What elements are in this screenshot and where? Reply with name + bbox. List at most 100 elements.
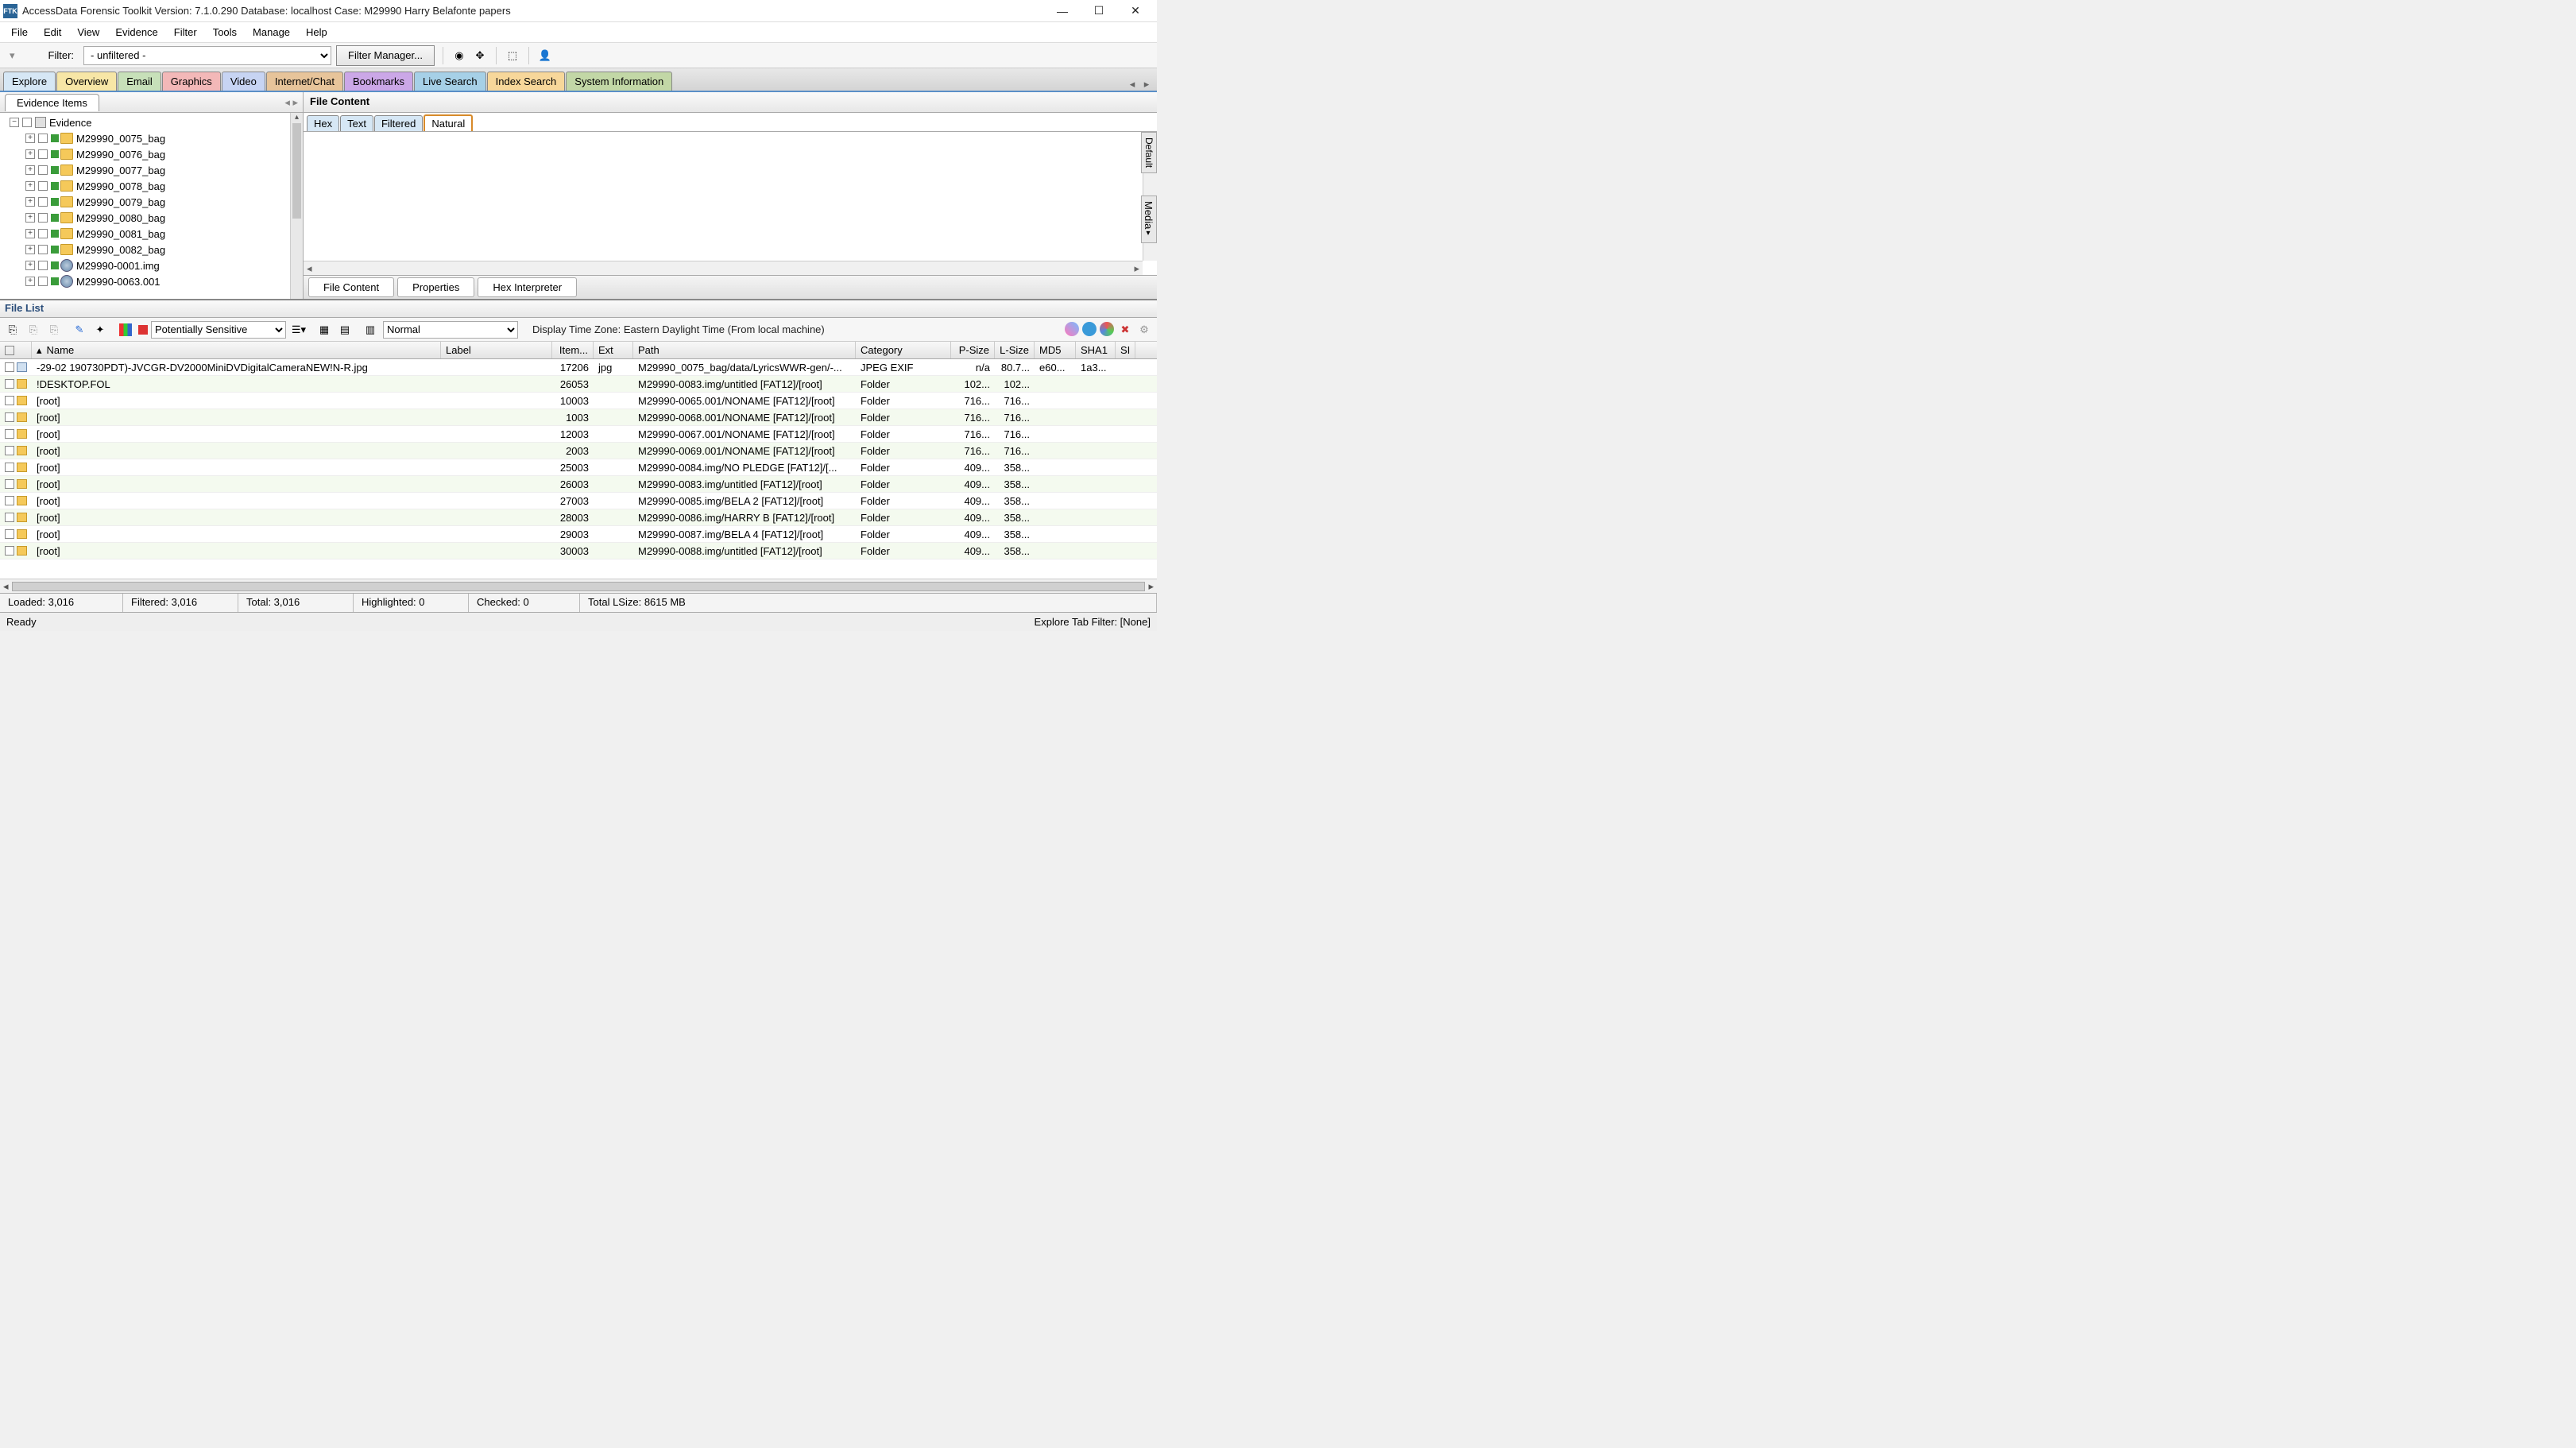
- options-icon[interactable]: ☰▾: [291, 322, 307, 338]
- globe-icon[interactable]: [1082, 322, 1097, 336]
- tab-graphics[interactable]: Graphics: [162, 72, 221, 91]
- tab-livesearch[interactable]: Live Search: [414, 72, 486, 91]
- columns-icon[interactable]: ▥: [362, 322, 378, 338]
- side-tab-default[interactable]: Default: [1141, 132, 1157, 173]
- side-tab-media[interactable]: Media▾: [1141, 196, 1157, 243]
- expander-icon[interactable]: +: [25, 261, 35, 270]
- expander-icon[interactable]: +: [25, 134, 35, 143]
- expander-icon[interactable]: +: [25, 277, 35, 286]
- menu-evidence[interactable]: Evidence: [107, 24, 165, 41]
- column-header-psize[interactable]: P-Size: [951, 342, 995, 358]
- checkbox[interactable]: [38, 149, 48, 159]
- row-checkbox[interactable]: [5, 429, 14, 439]
- table-row[interactable]: [root]1003M29990-0068.001/NONAME [FAT12]…: [0, 409, 1157, 426]
- table-row[interactable]: [root]27003M29990-0085.img/BELA 2 [FAT12…: [0, 493, 1157, 509]
- row-checkbox[interactable]: [5, 513, 14, 522]
- copy2-icon[interactable]: ⎘: [46, 322, 62, 338]
- column-header-ext[interactable]: Ext: [594, 342, 633, 358]
- row-checkbox[interactable]: [5, 463, 14, 472]
- column-header-sha1[interactable]: SHA1: [1076, 342, 1116, 358]
- bottom-tab-hex-interpreter[interactable]: Hex Interpreter: [478, 277, 577, 297]
- column-header-si[interactable]: SI: [1116, 342, 1135, 358]
- dropdown-icon[interactable]: ▾: [5, 49, 20, 62]
- tab-overview[interactable]: Overview: [56, 72, 117, 91]
- table-row[interactable]: [root]2003M29990-0069.001/NONAME [FAT12]…: [0, 443, 1157, 459]
- edit-icon[interactable]: ✎: [72, 322, 87, 338]
- file-list-body[interactable]: -29-02 190730PDT)-JVCGR-DV2000MiniDVDigi…: [0, 359, 1157, 579]
- expander-icon[interactable]: +: [25, 197, 35, 207]
- export-icon[interactable]: ⎘: [5, 322, 21, 338]
- menu-filter[interactable]: Filter: [166, 24, 205, 41]
- checkbox[interactable]: [38, 165, 48, 175]
- list-view-icon[interactable]: ▦: [316, 322, 332, 338]
- evidence-tree[interactable]: −Evidence+M29990_0075_bag+M29990_0076_ba…: [0, 113, 290, 299]
- crosshair-icon[interactable]: ✥: [472, 48, 488, 64]
- tree-item-label[interactable]: M29990_0079_bag: [76, 196, 165, 208]
- tab-prev-icon[interactable]: ◂: [1125, 78, 1139, 91]
- maximize-button[interactable]: ☐: [1081, 0, 1117, 22]
- expander-icon[interactable]: +: [25, 181, 35, 191]
- tree-item-label[interactable]: M29990_0082_bag: [76, 244, 165, 256]
- column-header-category[interactable]: Category: [856, 342, 951, 358]
- close-button[interactable]: ✕: [1117, 0, 1154, 22]
- row-checkbox[interactable]: [5, 479, 14, 489]
- tab-video[interactable]: Video: [222, 72, 265, 91]
- tab-sysinfo[interactable]: System Information: [566, 72, 672, 91]
- checkbox[interactable]: [38, 229, 48, 238]
- tab-explore[interactable]: Explore: [3, 72, 56, 91]
- row-checkbox[interactable]: [5, 546, 14, 556]
- panel-nav-icon[interactable]: ◂ ▸: [284, 96, 298, 109]
- wand-icon[interactable]: ✦: [92, 322, 108, 338]
- row-checkbox[interactable]: [5, 379, 14, 389]
- column-header-label[interactable]: Label: [441, 342, 552, 358]
- content-tab-text[interactable]: Text: [340, 115, 373, 131]
- bottom-tab-file-content[interactable]: File Content: [308, 277, 394, 297]
- gear-icon[interactable]: ⚙: [1136, 322, 1152, 338]
- copy-icon[interactable]: ⎘: [25, 322, 41, 338]
- tree-root-label[interactable]: Evidence: [49, 117, 91, 129]
- expander-icon[interactable]: +: [25, 213, 35, 223]
- expander-icon[interactable]: +: [25, 245, 35, 254]
- column-header-item[interactable]: Item...: [552, 342, 594, 358]
- table-row[interactable]: -29-02 190730PDT)-JVCGR-DV2000MiniDVDigi…: [0, 359, 1157, 376]
- menu-help[interactable]: Help: [298, 24, 335, 41]
- clear-icon[interactable]: ✖: [1117, 322, 1133, 338]
- content-hscrollbar[interactable]: ◂▸: [304, 261, 1143, 275]
- content-tab-hex[interactable]: Hex: [307, 115, 339, 131]
- row-checkbox[interactable]: [5, 362, 14, 372]
- select-all-checkbox[interactable]: [5, 346, 14, 355]
- bottom-tab-properties[interactable]: Properties: [397, 277, 474, 297]
- row-checkbox[interactable]: [5, 412, 14, 422]
- tree-item-label[interactable]: M29990_0077_bag: [76, 165, 165, 176]
- column-header-path[interactable]: Path: [633, 342, 856, 358]
- tree-item-label[interactable]: M29990_0076_bag: [76, 149, 165, 161]
- detail-view-icon[interactable]: ▤: [337, 322, 353, 338]
- table-row[interactable]: [root]26003M29990-0083.img/untitled [FAT…: [0, 476, 1157, 493]
- expander-icon[interactable]: +: [25, 229, 35, 238]
- pie-icon[interactable]: [1100, 322, 1114, 336]
- row-checkbox[interactable]: [5, 496, 14, 505]
- menu-edit[interactable]: Edit: [36, 24, 69, 41]
- table-row[interactable]: [root]25003M29990-0084.img/NO PLEDGE [FA…: [0, 459, 1157, 476]
- column-header-check[interactable]: [0, 342, 32, 358]
- table-row[interactable]: [root]28003M29990-0086.img/HARRY B [FAT1…: [0, 509, 1157, 526]
- view-mode-select[interactable]: Normal: [383, 321, 518, 339]
- user-icon[interactable]: 👤: [537, 48, 553, 64]
- table-row[interactable]: [root]10003M29990-0065.001/NONAME [FAT12…: [0, 393, 1157, 409]
- tree-item-label[interactable]: M29990-0001.img: [76, 260, 160, 272]
- palette-icon[interactable]: [1065, 322, 1079, 336]
- tree-item-label[interactable]: M29990_0080_bag: [76, 212, 165, 224]
- table-row[interactable]: [root]30003M29990-0088.img/untitled [FAT…: [0, 543, 1157, 559]
- row-checkbox[interactable]: [5, 396, 14, 405]
- color-grid-icon[interactable]: [118, 322, 133, 338]
- content-tab-natural[interactable]: Natural: [424, 114, 473, 131]
- tab-internet[interactable]: Internet/Chat: [266, 72, 343, 91]
- apply-filter-icon[interactable]: ◉: [451, 48, 467, 64]
- menu-manage[interactable]: Manage: [245, 24, 298, 41]
- filter-select[interactable]: - unfiltered -: [83, 46, 331, 65]
- filter-manager-button[interactable]: Filter Manager...: [336, 45, 435, 66]
- table-row[interactable]: [root]29003M29990-0087.img/BELA 4 [FAT12…: [0, 526, 1157, 543]
- checkbox[interactable]: [38, 134, 48, 143]
- row-checkbox[interactable]: [5, 446, 14, 455]
- tree-item-label[interactable]: M29990-0063.001: [76, 276, 161, 288]
